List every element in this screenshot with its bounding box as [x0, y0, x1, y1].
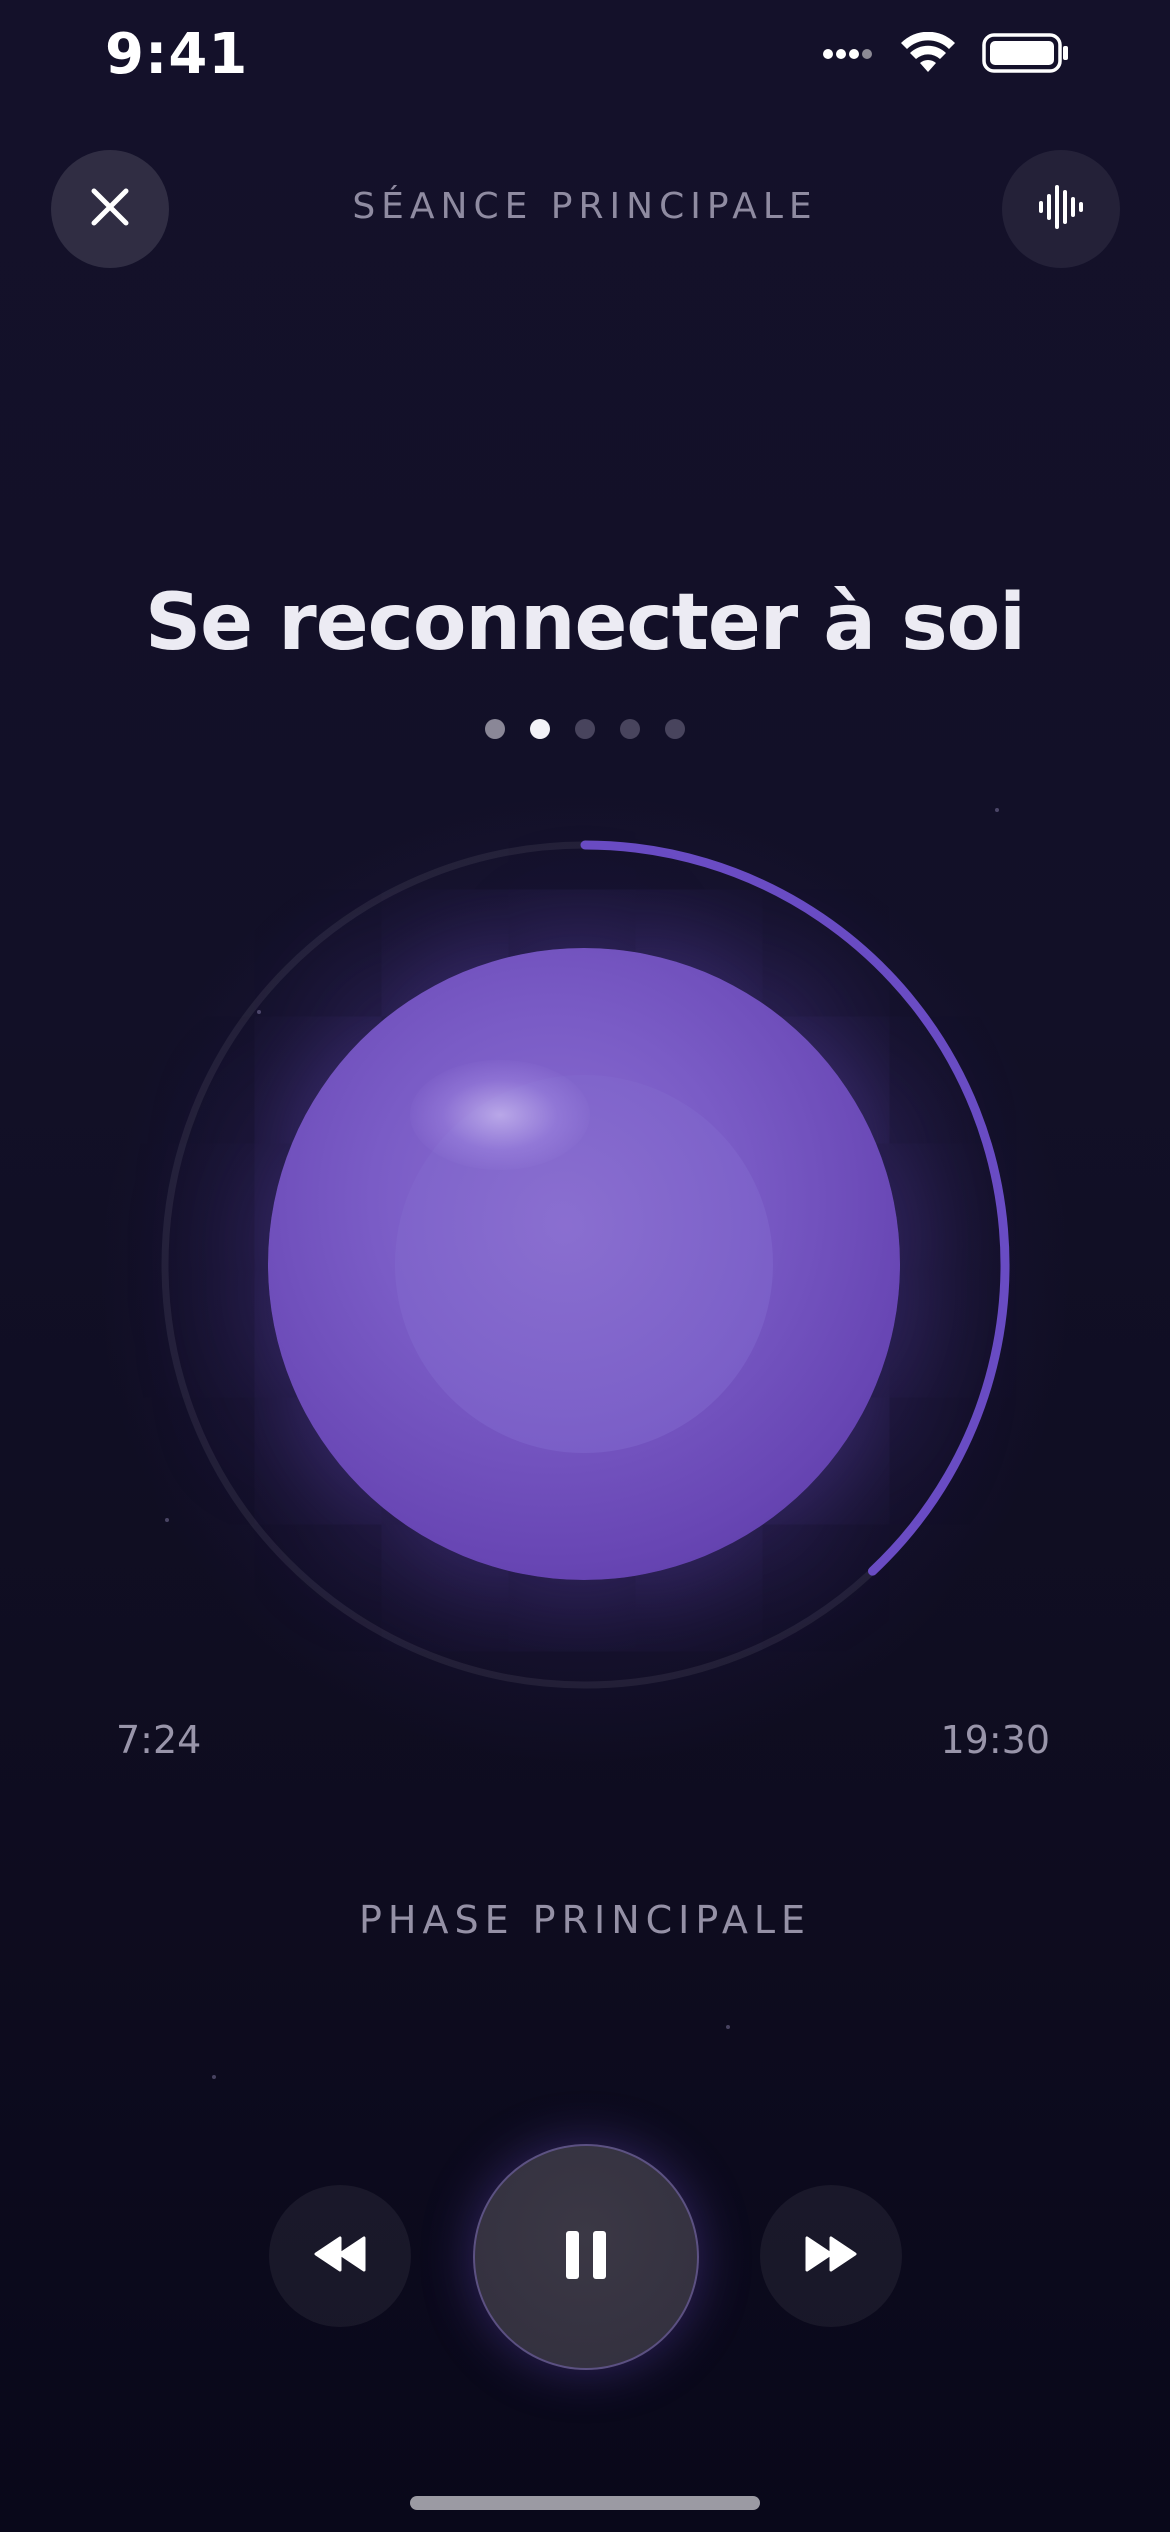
status-bar-time: 9:41 [105, 22, 249, 87]
home-indicator[interactable] [410, 2496, 760, 2510]
fast-forward-icon [803, 2234, 859, 2278]
step-dot [485, 719, 505, 739]
rewind-icon [312, 2234, 368, 2278]
total-time: 19:30 [940, 1718, 1050, 1762]
elapsed-time: 7:24 [116, 1718, 202, 1762]
fast-forward-button[interactable] [760, 2185, 902, 2327]
wifi-icon [900, 31, 956, 78]
pause-button[interactable] [473, 2144, 699, 2370]
phase-label: PHASE PRINCIPALE [358, 1898, 812, 1942]
status-bar-icons [822, 31, 1070, 78]
star-particle [212, 2075, 216, 2079]
audio-settings-button[interactable] [1002, 150, 1120, 268]
step-dot-current [530, 719, 550, 739]
star-particle [165, 1518, 169, 1522]
step-indicator [0, 719, 1170, 739]
orb-highlight [410, 1060, 590, 1170]
step-dot [665, 719, 685, 739]
rewind-button[interactable] [269, 2185, 411, 2327]
step-dot [620, 719, 640, 739]
step-dot [575, 719, 595, 739]
star-particle [257, 1010, 261, 1014]
sound-wave-icon [1035, 181, 1087, 237]
star-particle [726, 2025, 730, 2029]
star-particle [995, 808, 999, 812]
session-header-title: SÉANCE PRINCIPALE [352, 186, 818, 227]
pause-icon [562, 2229, 610, 2285]
signal-dots-icon [822, 46, 874, 65]
session-title: Se reconnecter à soi [145, 578, 1026, 668]
battery-icon [982, 32, 1070, 78]
